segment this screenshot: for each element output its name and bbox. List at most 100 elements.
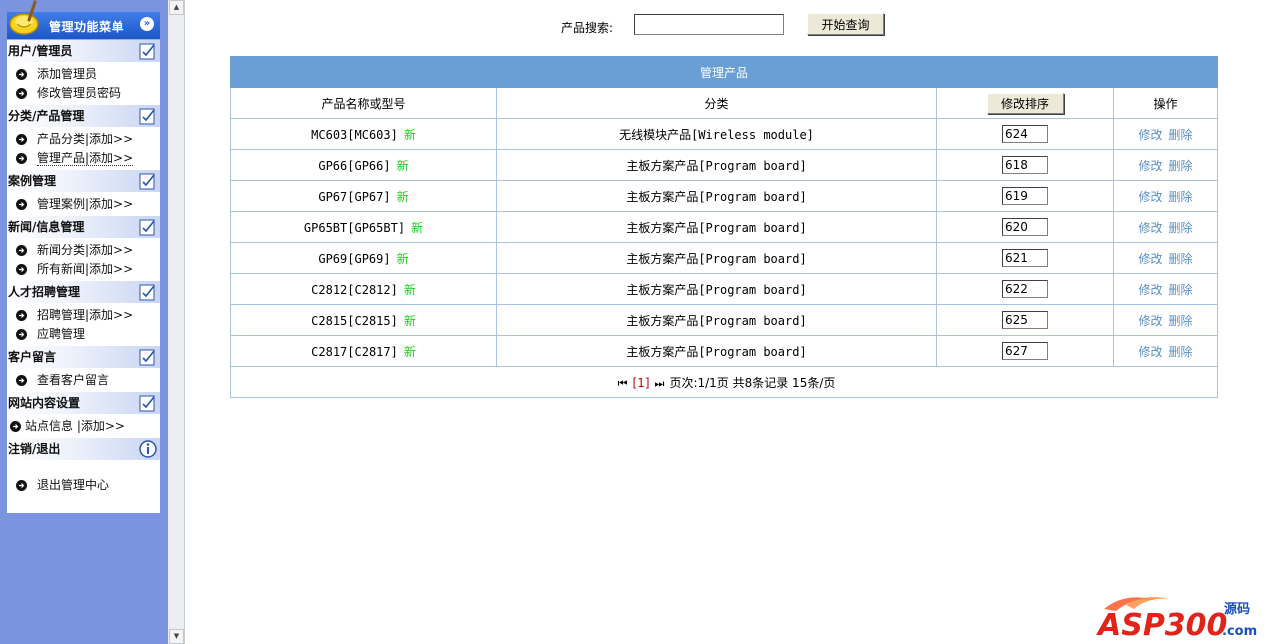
header-category: 分类 [496,87,937,119]
menu-item-manage-products[interactable]: 管理产品|添加>> [7,149,160,168]
section-title: 用户/管理员 [8,44,73,58]
menu-item-all-news[interactable]: 所有新闻|添加>> [7,260,160,279]
menu-item-label: 查看客户留言 [37,373,110,387]
cell-actions: 修改 删除 [1112,211,1219,243]
product-search-input[interactable] [634,14,784,35]
menu-item-manage-cases[interactable]: 管理案例|添加>> [7,195,160,214]
left-frame: 管理功能菜单 » 用户/管理员 添加管理员 修改管理员密码 分类/产品管理 产品… [0,0,168,644]
cell-category: 主板方案产品[Program board] [496,304,937,336]
menu-item-site-info[interactable]: 站点信息 |添加>> [7,417,160,436]
menu-section-cases[interactable]: 案例管理 [7,170,160,192]
menu-item-add-admin[interactable]: 添加管理员 [7,65,160,84]
search-label: 产品搜索: [561,21,614,35]
product-name: GP69[GP69] [318,251,391,266]
edit-link[interactable]: 修改 [1138,159,1162,173]
menu-section-messages[interactable]: 客户留言 [7,346,160,368]
product-category: 主板方案产品[Program board] [626,189,807,204]
table-row: MC603[MC603] 新 无线模块产品[Wireless module] 修改删除 [230,118,1219,150]
menu-section-news[interactable]: 新闻/信息管理 [7,216,160,238]
arrow-right-icon [16,153,27,164]
edit-link[interactable]: 修改 [1138,128,1162,142]
menu-item-product-category[interactable]: 产品分类|添加>> [7,130,160,149]
cell-sort [936,118,1114,150]
product-category: 无线模块产品[Wireless module] [619,127,814,142]
sort-order-input[interactable] [1002,342,1048,360]
cell-product-name: GP65BT[GP65BT] 新 [230,211,497,243]
modify-sort-button[interactable]: 修改排序 [986,92,1064,114]
edit-link[interactable]: 修改 [1138,252,1162,266]
menu-section-logout[interactable]: 注销/退出 [7,438,160,460]
menu-items: 退出管理中心 [7,460,160,497]
frame-scrollbar[interactable]: ▲ ▼ [168,0,185,644]
edit-link[interactable]: 修改 [1138,221,1162,235]
scroll-up-icon[interactable]: ▲ [169,0,184,15]
arrow-right-icon [16,310,27,321]
arrow-right-icon [10,421,21,432]
sort-order-input[interactable] [1002,311,1048,329]
arrow-right-icon [16,88,27,99]
menu-item-change-password[interactable]: 修改管理员密码 [7,84,160,103]
menu-items: 站点信息 |添加>> [7,414,160,438]
new-badge: 新 [396,189,409,204]
cell-product-name: GP67[GP67] 新 [230,180,497,212]
delete-link[interactable]: 删除 [1169,221,1193,235]
cell-actions: 修改 删除 [1112,118,1219,150]
menu-item-view-messages[interactable]: 查看客户留言 [7,371,160,390]
last-page-icon[interactable]: ⏭ [655,377,665,390]
edit-link[interactable]: 修改 [1138,190,1162,204]
scroll-down-icon[interactable]: ▼ [169,629,184,644]
cell-sort [936,180,1114,212]
delete-link[interactable]: 删除 [1169,283,1193,297]
cell-category: 主板方案产品[Program board] [496,149,937,181]
sort-order-input[interactable] [1002,249,1048,267]
cell-sort [936,304,1114,336]
edit-link[interactable]: 修改 [1138,283,1162,297]
menu-item-applications[interactable]: 应聘管理 [7,325,160,344]
delete-link[interactable]: 删除 [1169,190,1193,204]
menu-item-label: 产品分类|添加>> [37,132,134,146]
delete-link[interactable]: 删除 [1169,252,1193,266]
cell-actions: 修改 删除 [1112,149,1219,181]
sort-order-input[interactable] [1002,280,1048,298]
menu-section-users[interactable]: 用户/管理员 [7,40,160,62]
cell-category: 主板方案产品[Program board] [496,242,937,274]
menu-section-site-settings[interactable]: 网站内容设置 [7,392,160,414]
edit-link[interactable]: 修改 [1138,314,1162,328]
product-name: C2815[C2815] [311,313,398,328]
product-category: 主板方案产品[Program board] [626,251,807,266]
current-page-link[interactable]: [1] [633,376,650,390]
cell-category: 主板方案产品[Program board] [496,273,937,305]
menu-item-label: 所有新闻|添加>> [37,262,134,276]
logo-icon [9,0,39,35]
menu-item-manage-jobs[interactable]: 招聘管理|添加>> [7,306,160,325]
collapse-icon[interactable]: » [140,17,154,31]
menu-title: 管理功能菜单 [49,20,125,34]
arrow-right-icon [16,245,27,256]
menu-item-exit-admin[interactable]: 退出管理中心 [7,476,160,495]
edit-note-icon [139,395,155,412]
product-category: 主板方案产品[Program board] [626,313,807,328]
menu-items: 查看客户留言 [7,368,160,392]
edit-link[interactable]: 修改 [1138,345,1162,359]
sort-order-input[interactable] [1002,218,1048,236]
menu-item-news-category[interactable]: 新闻分类|添加>> [7,241,160,260]
menu-section-products[interactable]: 分类/产品管理 [7,105,160,127]
menu-section-recruitment[interactable]: 人才招聘管理 [7,281,160,303]
edit-note-icon [139,43,155,60]
watermark-suffix: 源码 [1224,601,1250,617]
arrow-right-icon [16,264,27,275]
sort-order-input[interactable] [1002,156,1048,174]
sort-order-input[interactable] [1002,187,1048,205]
cell-sort [936,242,1114,274]
watermark-domain: .com [1222,624,1257,639]
sort-order-input[interactable] [1002,125,1048,143]
delete-link[interactable]: 删除 [1169,314,1193,328]
delete-link[interactable]: 删除 [1169,128,1193,142]
cell-product-name: GP66[GP66] 新 [230,149,497,181]
delete-link[interactable]: 删除 [1169,345,1193,359]
start-search-button[interactable]: 开始查询 [807,13,884,35]
delete-link[interactable]: 删除 [1169,159,1193,173]
menu-header: 管理功能菜单 » [7,0,160,40]
first-page-icon[interactable]: ⏮ [618,377,628,390]
table-row: C2812[C2812] 新 主板方案产品[Program board] 修改删除 [230,273,1219,305]
